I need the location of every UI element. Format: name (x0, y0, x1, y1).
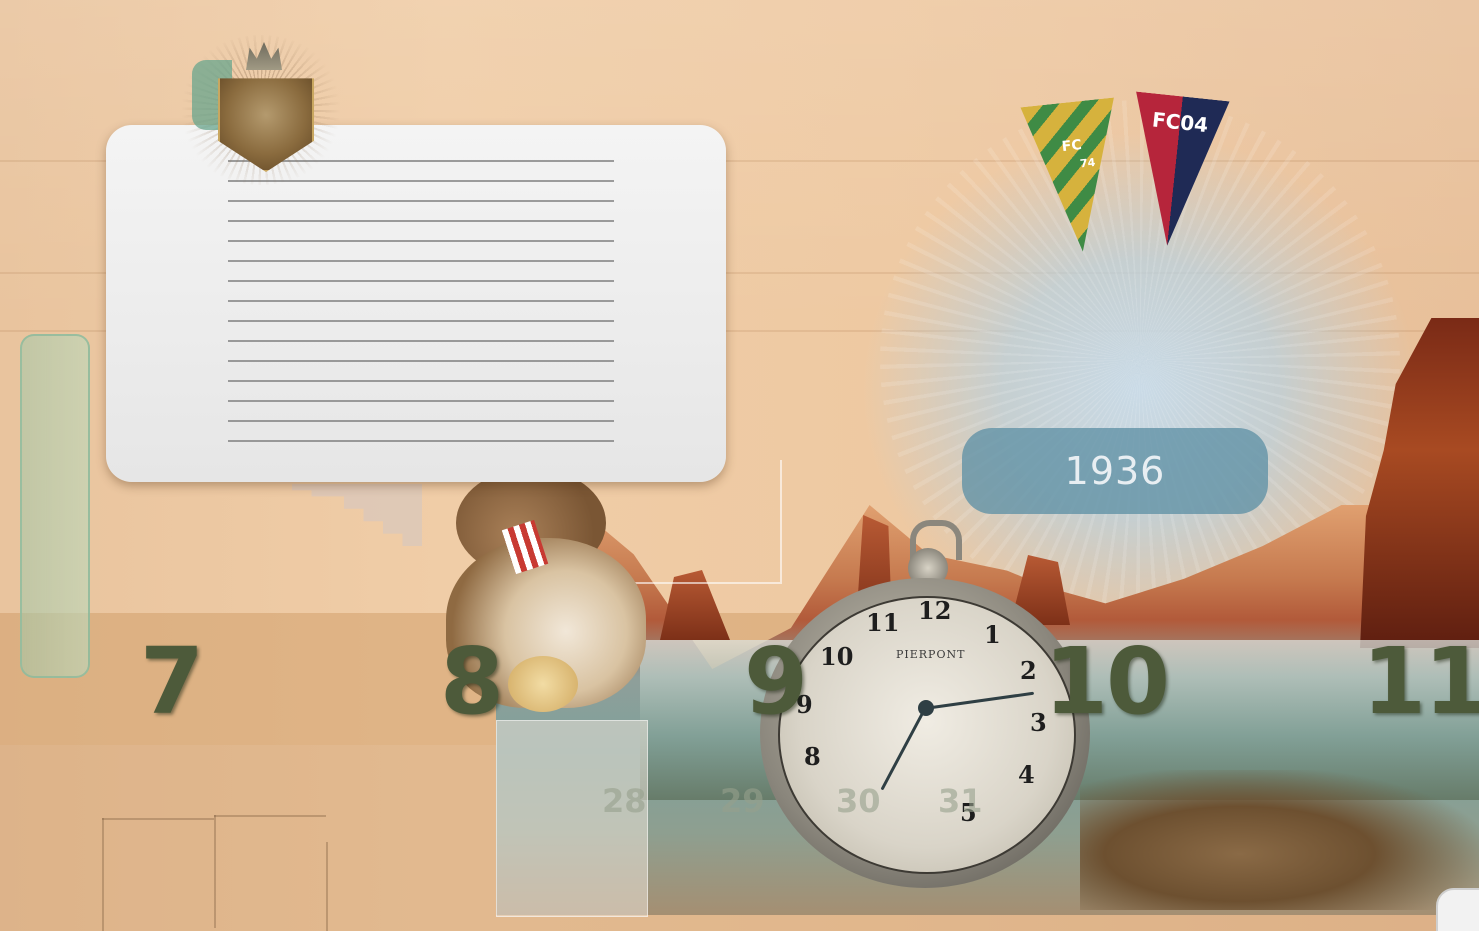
watch-numeral: 1 (984, 620, 1001, 649)
year-label: 1936 (1064, 449, 1166, 493)
note-rule (228, 360, 614, 362)
note-rule (228, 440, 614, 442)
side-scroll-handle[interactable] (20, 334, 90, 678)
scrapbook-canvas: FC 74 FC04 1936 PIERPONT 12 1 2 3 4 5 8 … (0, 0, 1479, 931)
day-29[interactable]: 29 (720, 782, 765, 820)
note-rule (228, 340, 614, 342)
corner-tab[interactable] (1436, 888, 1479, 931)
month-8[interactable]: 8 (440, 628, 504, 735)
watch-numeral: 10 (820, 642, 854, 671)
watch-hub (918, 700, 934, 716)
note-rule (228, 260, 614, 262)
watch-numeral: 12 (918, 596, 952, 625)
month-10[interactable]: 10 (1044, 628, 1170, 735)
note-rule (228, 220, 614, 222)
month-7[interactable]: 7 (140, 628, 204, 735)
note-rule (228, 420, 614, 422)
watch-numeral: 11 (866, 608, 900, 637)
day-28[interactable]: 28 (602, 782, 647, 820)
day-31[interactable]: 31 (938, 782, 983, 820)
note-card[interactable] (106, 125, 726, 482)
watch-numeral: 8 (804, 742, 821, 771)
month-11[interactable]: 11 (1362, 628, 1479, 735)
pennant-flag (1020, 97, 1129, 256)
timeline-tick (214, 815, 326, 817)
watch-numeral: 2 (1020, 656, 1037, 685)
year-badge[interactable]: 1936 (962, 428, 1268, 514)
timeline-tick (102, 818, 214, 820)
month-9[interactable]: 9 (744, 628, 808, 735)
crest-icon[interactable] (176, 35, 346, 185)
timeline-tick (214, 815, 216, 928)
watch-brand: PIERPONT (896, 648, 966, 661)
pennant-icon[interactable]: FC 74 (1020, 97, 1129, 256)
note-rule (228, 380, 614, 382)
note-rule (228, 280, 614, 282)
note-rule (228, 240, 614, 242)
note-rule (228, 320, 614, 322)
timeline-tick (326, 842, 328, 931)
bear-foot (508, 656, 578, 712)
note-rule (228, 200, 614, 202)
day-30[interactable]: 30 (836, 782, 881, 820)
note-rule (228, 400, 614, 402)
pennant-icon[interactable]: FC04 (1120, 91, 1229, 250)
note-rule (228, 300, 614, 302)
timeline-tick (102, 818, 104, 931)
shrubs (1080, 770, 1479, 910)
watch-numeral: 4 (1018, 760, 1035, 789)
